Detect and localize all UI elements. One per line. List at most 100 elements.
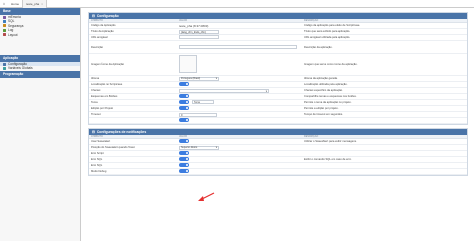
tab-app[interactable]: teste_pha × (23, 0, 47, 8)
select-value: Superior direito (181, 146, 198, 150)
description-text: Utilizar o SweetAlert para exibir mensag… (304, 140, 357, 143)
attribute-label: Usar Sweetalert (91, 140, 111, 143)
sidebar-section-title[interactable]: Aplicação (0, 54, 80, 62)
attribute-label: Descrição (91, 45, 103, 49)
attribute-label: Tema (91, 101, 98, 104)
description-text: Compartilhe temas e esquemas nos botões. (304, 95, 357, 98)
description-text: Permite a edição por projeto. (304, 107, 339, 110)
value-cell (177, 55, 302, 74)
attribute-label: Idioma (91, 77, 100, 80)
value-cell (177, 157, 302, 162)
select-value: Tema (194, 100, 200, 104)
column-header: ATRIBUTO (91, 19, 103, 22)
table-row: Descrição Descrição da aplicação. (89, 41, 467, 54)
select-value: Português (Brasil) (181, 77, 201, 81)
table-row: Modo Debug (89, 169, 467, 175)
value-cell: {lang_cfm_titulo_cfm} (177, 29, 302, 34)
select-dropdown[interactable]: Superior direito ▾ (179, 145, 219, 150)
text-input[interactable]: {lang_cfm_titulo_cfm} (179, 29, 219, 34)
column-header: VALOR (179, 135, 187, 138)
value-cell (177, 94, 302, 99)
description-text: Localização utilizada pela aplicação. (304, 83, 348, 86)
attribute-label: Erro SQL (91, 164, 103, 167)
toggle-switch[interactable] (179, 169, 189, 173)
description-text: Título que será exibido para aplicação. (304, 30, 351, 33)
value-cell: Português (Brasil) ▾ (177, 76, 302, 81)
column-header: DESCRIÇÃO (304, 135, 319, 138)
toggle-switch[interactable] (179, 139, 189, 143)
text-input[interactable] (179, 44, 297, 49)
value-cell (177, 118, 302, 123)
column-header: DESCRIÇÃO (304, 19, 319, 22)
toggle-switch[interactable] (179, 106, 189, 110)
home-icon[interactable]: ⌂ (0, 1, 8, 6)
toggle-group: Tema (179, 100, 214, 104)
toggle-switch[interactable] (179, 82, 189, 86)
attribute-label: Esquemas em Botões (91, 95, 118, 98)
description-text: Imagem que serve como ícone da aplicação… (304, 63, 358, 66)
description-text: Tempo de timeout em segundos. (304, 113, 343, 116)
attribute-label: Título da Aplicação (91, 30, 114, 33)
description-text: Descrição da aplicação. (304, 45, 333, 49)
description-text: Permite o tema da aplicação no projeto. (304, 101, 352, 104)
close-icon[interactable]: × (41, 2, 43, 6)
value-cell (177, 106, 302, 111)
table-row: Imagem Ícone da Aplicação Imagem que serv… (89, 54, 467, 76)
select-dropdown[interactable]: Português (Brasil) ▾ (179, 76, 219, 81)
toggle-group (179, 157, 189, 161)
attribute-label: Edição por Projeto (91, 107, 114, 110)
attribute-label: Modo Debug (91, 170, 107, 173)
sidebar-section-title[interactable]: Base (0, 8, 80, 15)
tab-home[interactable]: Home (8, 0, 24, 8)
attribute-label: Localização no Scriptcase (91, 83, 123, 86)
text-input[interactable]: 0 (179, 112, 217, 117)
attribute-label: Erro Script (91, 152, 104, 155)
tab-label: Home (11, 1, 20, 6)
description-text: Exibir o comando SQL em caso de erro. (304, 158, 352, 161)
gear-icon (3, 62, 6, 66)
value-cell (177, 163, 302, 168)
attribute-label: Código da Aplicação (91, 24, 116, 27)
toggle-group (179, 118, 189, 122)
main-content: ⊟ Configuração ATRIBUTO VALOR DESCRIÇÃO … (88, 12, 468, 241)
toggle-group (179, 139, 189, 143)
tab-label: teste_pha (26, 1, 40, 6)
text-input[interactable] (179, 35, 219, 39)
column-header: ATRIBUTO (91, 135, 103, 138)
toggle-switch[interactable] (179, 100, 189, 104)
value-cell (177, 151, 302, 156)
value-cell (177, 139, 302, 144)
value-text: teste_pha (8.37.0803) (179, 23, 209, 28)
chevron-down-icon: ▾ (215, 77, 217, 81)
globe-icon (3, 67, 6, 71)
value-cell: ▾ (177, 88, 302, 93)
attribute-label: Posição do Sweetalert quando Toast (91, 146, 135, 149)
toggle-switch[interactable] (179, 163, 189, 167)
toggle-switch[interactable] (179, 94, 189, 98)
value-cell (177, 169, 302, 174)
attribute-label: URL amigável (91, 36, 108, 39)
attribute-label: Erro SQL (91, 158, 103, 161)
toggle-group (179, 169, 189, 173)
toggle-switch[interactable] (179, 118, 189, 122)
top-tab-bar: ⌂ Home teste_pha × (0, 0, 474, 8)
select-dropdown[interactable]: ▾ (179, 89, 269, 93)
value-cell (177, 44, 302, 50)
value-cell (177, 82, 302, 87)
description-text: URL amigável utilizada pela aplicação. (304, 36, 351, 39)
toggle-group (179, 163, 189, 167)
toggle-switch[interactable] (179, 151, 189, 155)
sidebar-item-label: Layout (8, 32, 18, 37)
config-panel: ⊟ Configuração ATRIBUTO VALOR DESCRIÇÃO … (88, 12, 468, 125)
select-dropdown[interactable]: Tema (192, 100, 214, 104)
image-upload-box[interactable] (179, 55, 197, 73)
description-text: Charset específico da aplicação. (304, 89, 343, 92)
toggle-group (179, 82, 189, 86)
sidebar-section-title[interactable]: Programação (0, 70, 80, 78)
toggle-switch[interactable] (179, 157, 189, 161)
lock-icon (3, 24, 6, 28)
toggle-group (179, 106, 189, 110)
notify-panel: ⊟ Configurações de notificações ATRIBUTO… (88, 128, 468, 176)
value-cell: Superior direito ▾ (177, 145, 302, 150)
sql-icon (3, 20, 6, 24)
